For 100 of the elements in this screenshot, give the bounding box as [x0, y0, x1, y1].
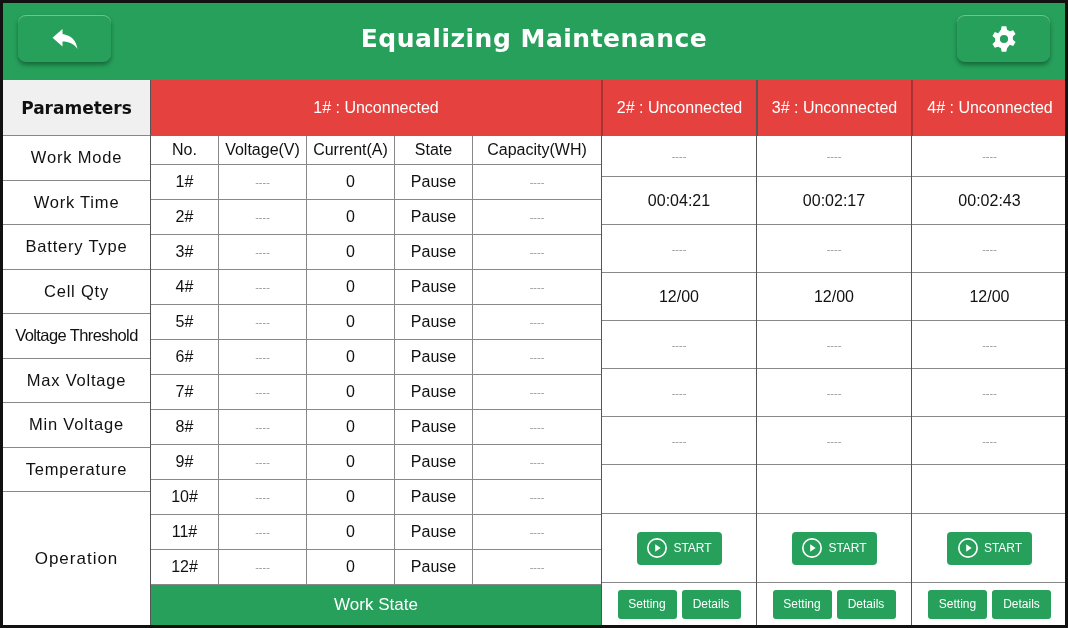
parameter-label: Voltage Threshold: [3, 314, 150, 359]
table-cell: 7#: [151, 375, 219, 410]
settings-button[interactable]: [957, 15, 1050, 62]
value-cell: ----: [602, 369, 756, 417]
column-header: Current(A): [307, 136, 395, 165]
table-cell: 0: [307, 235, 395, 270]
table-cell: Pause: [395, 165, 473, 200]
table-cell: Pause: [395, 200, 473, 235]
table-cell: Pause: [395, 375, 473, 410]
table-cell: 5#: [151, 305, 219, 340]
table-cell: ----: [219, 235, 307, 270]
table-cell: ----: [219, 445, 307, 480]
setting-button[interactable]: Setting: [772, 589, 832, 619]
table-cell: 1#: [151, 165, 219, 200]
parameter-label: Work Time: [3, 180, 150, 225]
table-cell: ----: [473, 305, 601, 340]
value-cell: ----: [602, 417, 756, 465]
value-cell: ----: [912, 417, 1065, 465]
setting-button[interactable]: Setting: [617, 589, 677, 619]
table-cell: 11#: [151, 515, 219, 550]
table-cell: 3#: [151, 235, 219, 270]
value-cell: ----: [757, 136, 911, 177]
parameter-label: Min Voltage: [3, 403, 150, 448]
table-cell: ----: [219, 200, 307, 235]
table-cell: 0: [307, 410, 395, 445]
table-cell: ----: [219, 165, 307, 200]
table-cell: ----: [473, 445, 601, 480]
parameter-label: Battery Type: [3, 225, 150, 270]
parameter-label: Max Voltage: [3, 358, 150, 403]
table-cell: ----: [473, 200, 601, 235]
start-button[interactable]: START: [791, 531, 877, 565]
value-cell: 12/00: [912, 273, 1065, 321]
table-cell: 9#: [151, 445, 219, 480]
value-cell: ----: [912, 225, 1065, 273]
value-cell: ----: [912, 369, 1065, 417]
back-button[interactable]: [18, 15, 111, 62]
table-cell: 6#: [151, 340, 219, 375]
table-cell: ----: [473, 340, 601, 375]
details-button[interactable]: Details: [681, 589, 741, 619]
table-cell: Pause: [395, 305, 473, 340]
page-title: Equalizing Maintenance: [360, 24, 708, 53]
value-cell: ----: [912, 136, 1065, 177]
status-header: 2# : Unconnected: [602, 80, 756, 136]
value-cell: ----: [602, 321, 756, 369]
table-cell: 0: [307, 270, 395, 305]
setting-button[interactable]: Setting: [928, 589, 987, 619]
table-cell: ----: [219, 340, 307, 375]
table-cell: ----: [473, 235, 601, 270]
table-cell: 0: [307, 480, 395, 515]
table-cell: 8#: [151, 410, 219, 445]
parameter-label: Cell Qty: [3, 269, 150, 314]
start-button[interactable]: START: [947, 531, 1032, 565]
table-cell: ----: [473, 270, 601, 305]
details-button[interactable]: Details: [836, 589, 896, 619]
column-header: No.: [151, 136, 219, 165]
table-cell: Pause: [395, 515, 473, 550]
value-cell: 00:02:17: [757, 177, 911, 225]
table-cell: Pause: [395, 445, 473, 480]
table-cell: ----: [219, 305, 307, 340]
start-button[interactable]: START: [636, 531, 722, 565]
column-header: State: [395, 136, 473, 165]
table-cell: Pause: [395, 340, 473, 375]
play-icon: [646, 537, 669, 559]
work-state-bar: Work State: [151, 585, 601, 625]
parameter-label: Operation: [33, 547, 120, 570]
details-button[interactable]: Details: [992, 589, 1051, 619]
status-header: 4# : Unconnected: [912, 80, 1065, 136]
table-cell: 4#: [151, 270, 219, 305]
parameter-label: Work Mode: [3, 136, 150, 181]
table-cell: Pause: [395, 270, 473, 305]
table-cell: ----: [473, 375, 601, 410]
value-cell: 00:02:43: [912, 177, 1065, 225]
value-cell: ----: [757, 369, 911, 417]
table-cell: ----: [473, 515, 601, 550]
table-cell: 0: [307, 165, 395, 200]
table-cell: ----: [219, 270, 307, 305]
play-icon: [956, 537, 979, 559]
table-cell: Pause: [395, 235, 473, 270]
column-header: Parameters: [3, 80, 150, 136]
column-header: Voltage(V): [219, 136, 307, 165]
table-cell: ----: [219, 410, 307, 445]
status-header: 1# : Unconnected: [151, 80, 601, 136]
value-cell: ----: [757, 417, 911, 465]
table-cell: 0: [307, 375, 395, 410]
value-cell: ----: [602, 136, 756, 177]
value-cell: 12/00: [757, 273, 911, 321]
table-cell: 0: [307, 200, 395, 235]
value-cell: ----: [602, 225, 756, 273]
table-cell: 0: [307, 445, 395, 480]
table-cell: ----: [219, 480, 307, 515]
table-cell: 10#: [151, 480, 219, 515]
table-cell: Pause: [395, 410, 473, 445]
table-cell: Pause: [395, 480, 473, 515]
value-cell: ----: [757, 225, 911, 273]
table-cell: ----: [473, 410, 601, 445]
table-cell: 0: [307, 340, 395, 375]
value-cell: 12/00: [602, 273, 756, 321]
table-cell: 2#: [151, 200, 219, 235]
table-cell: 0: [307, 305, 395, 340]
play-icon: [801, 537, 824, 559]
